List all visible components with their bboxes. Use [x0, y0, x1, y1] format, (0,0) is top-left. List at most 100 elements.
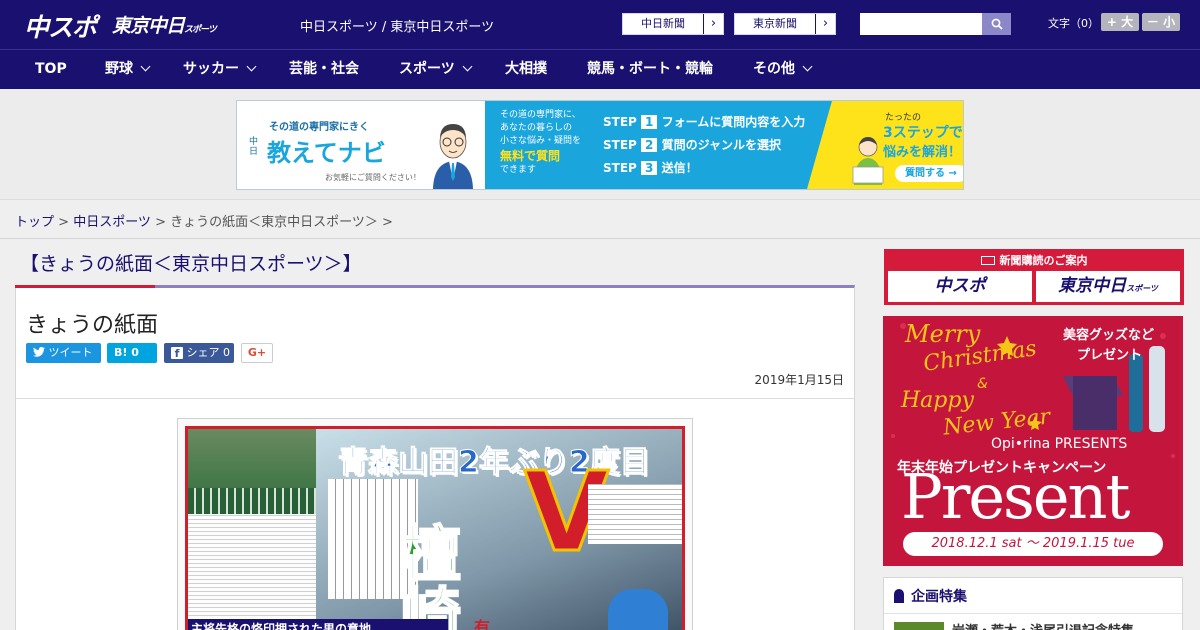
ad-steps-panel: STEP 1 フォームに質問内容を入力 STEP 2 質問のジャンルを選択 ST… [603, 101, 833, 189]
chevron-down-icon [462, 61, 473, 72]
ad-step-word: STEP [603, 138, 637, 152]
newspaper-name-char1: 檀 [400, 520, 462, 590]
facebook-share-button[interactable]: f シェア 0 [164, 343, 234, 363]
ad-promo-line3: 悩みを解消！ [883, 145, 962, 160]
breadcrumb-top[interactable]: トップ [15, 215, 54, 230]
subscription-title-text: 新聞購読のご案内 [999, 254, 1088, 267]
ad-description-panel: その道の専門家に、 あなたの暮らしの 小さな悩み・疑問を 無料で質問 できます [485, 101, 603, 189]
search-box [860, 13, 1011, 35]
page-heading: 【きょうの紙面＜東京中日スポーツ＞】 [20, 253, 362, 275]
tokyo-logo-sub: スポーツ [184, 25, 217, 35]
facebook-share-label: シェア [186, 346, 220, 359]
breadcrumb-separator: > [150, 215, 171, 230]
nav-top[interactable]: TOP [35, 50, 67, 90]
tweet-button[interactable]: ツイート [26, 343, 101, 363]
main-nav: TOP 野球 サッカー 芸能・社会 スポーツ 大相撲 競馬・ボート・競輪 その他 [0, 49, 1200, 89]
ad-step-3: STEP 3 送信！ [603, 159, 805, 182]
font-smaller-button[interactable]: － 小 [1142, 13, 1180, 31]
twitter-bird-icon [33, 346, 45, 357]
hatena-bookmark-button[interactable]: B! 0 [107, 343, 157, 363]
newspaper-bottom-caption: 主将先格の烙印押された男の意地 [188, 619, 448, 630]
ad-step-2: STEP 2 質問のジャンルを選択 [603, 136, 805, 159]
xmas-gift: プレゼント [1077, 348, 1143, 363]
ad-pretext: その道の専門家にきく [269, 122, 369, 133]
subscribe-chuspo-button[interactable]: 中スポ [888, 271, 1032, 302]
newspaper-icon [980, 256, 995, 265]
nav-sports[interactable]: スポーツ [399, 50, 473, 90]
christmas-present-campaign-banner[interactable]: Merry Christmas & Happy New Year 美容グッズなど… [883, 316, 1183, 566]
chunichi-shimbun-link[interactable]: 中日新聞 › [622, 13, 724, 35]
oshiete-navi-banner[interactable]: その道の専門家にきく 中日 教えてナビ お気軽にご質問ください！ その道の専門家… [236, 100, 964, 190]
ad-desc-line: できます [500, 165, 537, 175]
feature-item-link[interactable]: 岩瀬・荒木・浅尾引退記念特集 [952, 620, 1134, 630]
xmas-beauty-goods: 美容グッズなど [1063, 328, 1155, 343]
ad-brand: 教えてナビ [267, 139, 386, 167]
subscription-title: 新聞購読のご案内 [884, 252, 1184, 268]
breadcrumb-separator: > [377, 215, 393, 230]
ad-brand-panel: その道の専門家にきく 中日 教えてナビ お気軽にご質問ください！ [237, 101, 485, 189]
facebook-icon: f [171, 347, 183, 360]
tokyo-logo-main: 東京中日 [112, 15, 185, 37]
nav-baseball[interactable]: 野球 [105, 50, 151, 90]
hatena-count: 0 [131, 346, 139, 359]
breadcrumb-separator: > [54, 215, 74, 230]
nav-label: サッカー [183, 61, 239, 77]
feature-thumbnail [894, 622, 944, 630]
search-icon [991, 18, 1003, 30]
xmas-happy: Happy [901, 388, 974, 413]
breadcrumb-current: きょうの紙面＜東京中日スポーツ＞ [170, 215, 378, 230]
chuspo-logo[interactable]: 中スポ [24, 8, 97, 44]
top-bar: 中スポ 東京中日スポーツ 中日スポーツ / 東京中日スポーツ 中日新聞 › 東京… [0, 0, 1200, 49]
nav-label: その他 [753, 61, 795, 77]
nav-label: TOP [35, 61, 67, 77]
nav-label: 大相撲 [505, 61, 547, 77]
nav-soccer[interactable]: サッカー [183, 50, 257, 90]
chevron-down-icon [140, 61, 151, 72]
nav-sumo[interactable]: 大相撲 [505, 50, 547, 90]
ad-question-button[interactable]: 質問する → [895, 165, 963, 182]
article-divider [16, 398, 854, 399]
tokyo-chunichi-sports-logo[interactable]: 東京中日スポーツ [112, 11, 217, 38]
tokyo-shimbun-link[interactable]: 東京新聞 › [734, 13, 836, 35]
businessman-illustration [433, 124, 473, 189]
ad-step-word: STEP [603, 161, 637, 175]
google-plus-button[interactable]: G+ [241, 343, 273, 363]
ad-promo-panel: たったの 3ステップで 悩みを解消！ 質問する → [807, 101, 963, 189]
xmas-period: 2018.12.1 sat ～ 2019.1.15 tue [903, 532, 1163, 556]
xmas-ampersand: & [977, 376, 988, 392]
ad-desc-line: あなたの暮らしの [500, 123, 573, 133]
ad-step-num: 3 [641, 161, 658, 175]
search-input[interactable] [860, 13, 982, 35]
ad-step-text: 送信！ [661, 161, 698, 175]
subscribe-tokyo-sub: スポーツ [1126, 284, 1158, 293]
subscribe-tokyo-button[interactable]: 東京中日スポーツ [1036, 271, 1180, 302]
search-button[interactable] [982, 13, 1011, 35]
feature-header: 企画特集 [884, 578, 1182, 614]
nav-label: 芸能・社会 [289, 61, 359, 77]
nav-racing[interactable]: 競馬・ボート・競輪 [587, 50, 713, 90]
ad-desc-line: 小さな悩み・疑問を [500, 136, 582, 146]
ad-promo-line2: 3ステップで [883, 125, 963, 141]
breadcrumb-chunichi-sports[interactable]: 中日スポーツ [73, 215, 151, 230]
tweet-label: ツイート [48, 346, 93, 359]
ad-step-text: 質問のジャンルを選択 [661, 138, 781, 152]
font-bigger-button[interactable]: + 大 [1101, 13, 1139, 31]
xmas-merry: Merry [905, 320, 981, 348]
article-title: きょうの紙面 [26, 313, 159, 338]
subscription-box: 新聞購読のご案内 中スポ 東京中日スポーツ [884, 249, 1184, 305]
chunichi-shimbun-label: 中日新聞 [641, 17, 685, 30]
ad-note: お気軽にご質問ください！ [325, 173, 421, 182]
ad-step-word: STEP [603, 115, 637, 129]
feature-title: 企画特集 [911, 589, 967, 605]
xmas-brand: Opi•rina PRESENTS [991, 436, 1128, 452]
ad-area: その道の専門家にきく 中日 教えてナビ お気軽にご質問ください！ その道の専門家… [0, 89, 1200, 200]
ad-step-num: 2 [641, 138, 658, 152]
heading-accent-bar [15, 285, 155, 288]
ad-desc-line: その道の専門家に、 [500, 110, 581, 120]
nav-entertainment[interactable]: 芸能・社会 [289, 50, 359, 90]
nav-other[interactable]: その他 [753, 50, 813, 90]
medal-icon [894, 589, 904, 603]
chevron-right-icon: › [703, 14, 723, 34]
newspaper-front-page-image[interactable]: 青森山田2年ぶり2度目 V 檀 崎 有 主将先格の烙印押された男の意地 [177, 418, 693, 630]
newspaper-image-area: 青森山田2年ぶり2度目 V 檀 崎 有 主将先格の烙印押された男の意地 [185, 426, 685, 630]
